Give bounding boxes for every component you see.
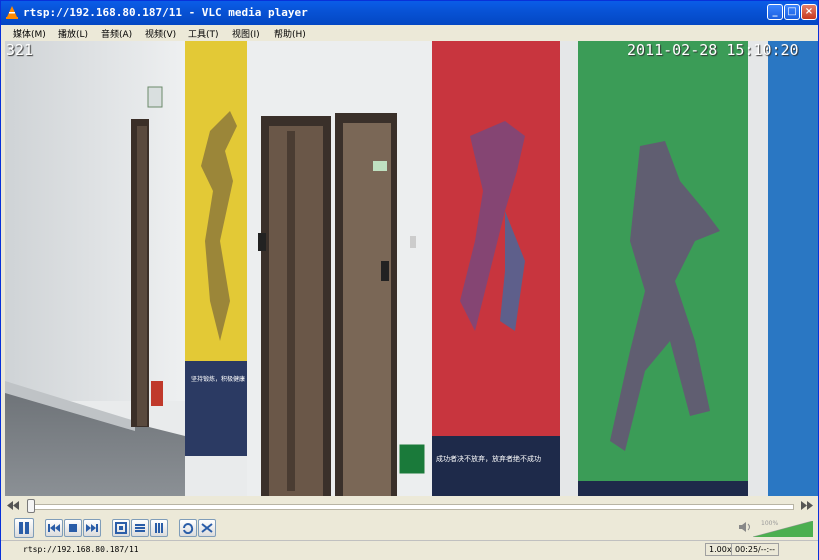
extended-settings-button[interactable] [150, 519, 168, 537]
poster-red-sign [432, 436, 560, 496]
vlc-cone-icon [6, 6, 18, 19]
minimize-button[interactable]: _ [767, 4, 783, 20]
shuffle-icon [201, 523, 213, 533]
seek-back-icon[interactable] [7, 501, 19, 510]
title-bar[interactable]: rtsp://192.168.80.187/11 - VLC media pla… [1, 1, 818, 25]
menu-view[interactable]: 视图(I) [232, 27, 260, 40]
playlist-icon [135, 524, 145, 532]
seek-forward-icon[interactable] [801, 501, 813, 510]
volume-slider[interactable] [753, 521, 813, 537]
pause-icon [19, 522, 29, 534]
menu-playback[interactable]: 播放(L) [58, 27, 88, 40]
poster-red [432, 41, 560, 496]
playlist-button[interactable] [131, 519, 149, 537]
maximize-icon: □ [787, 6, 797, 17]
vlc-window: rtsp://192.168.80.187/11 - VLC media pla… [0, 0, 819, 560]
exit-sign [398, 443, 426, 475]
loop-button[interactable] [179, 519, 197, 537]
video-area[interactable]: 坚持锻炼，积极健康 成功者决不放弃，放弃者绝不成功 321 2011-02-28… [5, 41, 818, 496]
poster-blue [768, 41, 818, 496]
sign-text-left: 坚持锻炼，积极健康 [191, 375, 245, 383]
loop-icon [183, 523, 194, 534]
previous-button[interactable] [45, 519, 63, 537]
fullscreen-button[interactable] [112, 519, 130, 537]
osd-channel: 321 [6, 41, 34, 59]
elapsed-time[interactable]: 00:25/--:-- [731, 543, 779, 556]
menu-help[interactable]: 帮助(H) [274, 27, 306, 40]
osd-datetime: 2011-02-28 15:10:20 [627, 41, 799, 59]
status-bar: rtsp://192.168.80.187/11 1.00x 00:25/--:… [1, 540, 818, 560]
maximize-button[interactable]: □ [784, 4, 800, 20]
status-url: rtsp://192.168.80.187/11 [23, 545, 139, 554]
menu-media[interactable]: 媒体(M) [13, 27, 46, 40]
shuffle-button[interactable] [198, 519, 216, 537]
minimize-icon: _ [772, 6, 778, 17]
menu-video[interactable]: 视频(V) [145, 27, 176, 40]
pause-button[interactable] [14, 518, 34, 538]
control-panel: 100% [1, 496, 818, 540]
equalizer-icon [155, 523, 163, 533]
close-button[interactable]: × [801, 4, 817, 20]
next-button[interactable] [83, 519, 101, 537]
video-frame: 坚持锻炼，积极健康 成功者决不放弃，放弃者绝不成功 [5, 41, 818, 496]
speaker-icon[interactable] [739, 522, 751, 532]
menu-tools[interactable]: 工具(T) [188, 27, 219, 40]
seek-bar[interactable] [27, 504, 794, 510]
stop-button[interactable] [64, 519, 82, 537]
window-title: rtsp://192.168.80.187/11 - VLC media pla… [23, 6, 308, 19]
sign-text-right: 成功者决不放弃，放弃者绝不成功 [436, 454, 541, 463]
close-icon: × [804, 6, 814, 17]
menu-bar: 媒体(M) 播放(L) 音频(A) 视频(V) 工具(T) 视图(I) 帮助(H… [1, 25, 818, 41]
next-icon [86, 524, 98, 532]
fullscreen-icon [115, 522, 127, 534]
stop-icon [69, 524, 77, 532]
previous-icon [48, 524, 60, 532]
menu-audio[interactable]: 音频(A) [101, 27, 132, 40]
seek-handle[interactable] [27, 499, 35, 513]
